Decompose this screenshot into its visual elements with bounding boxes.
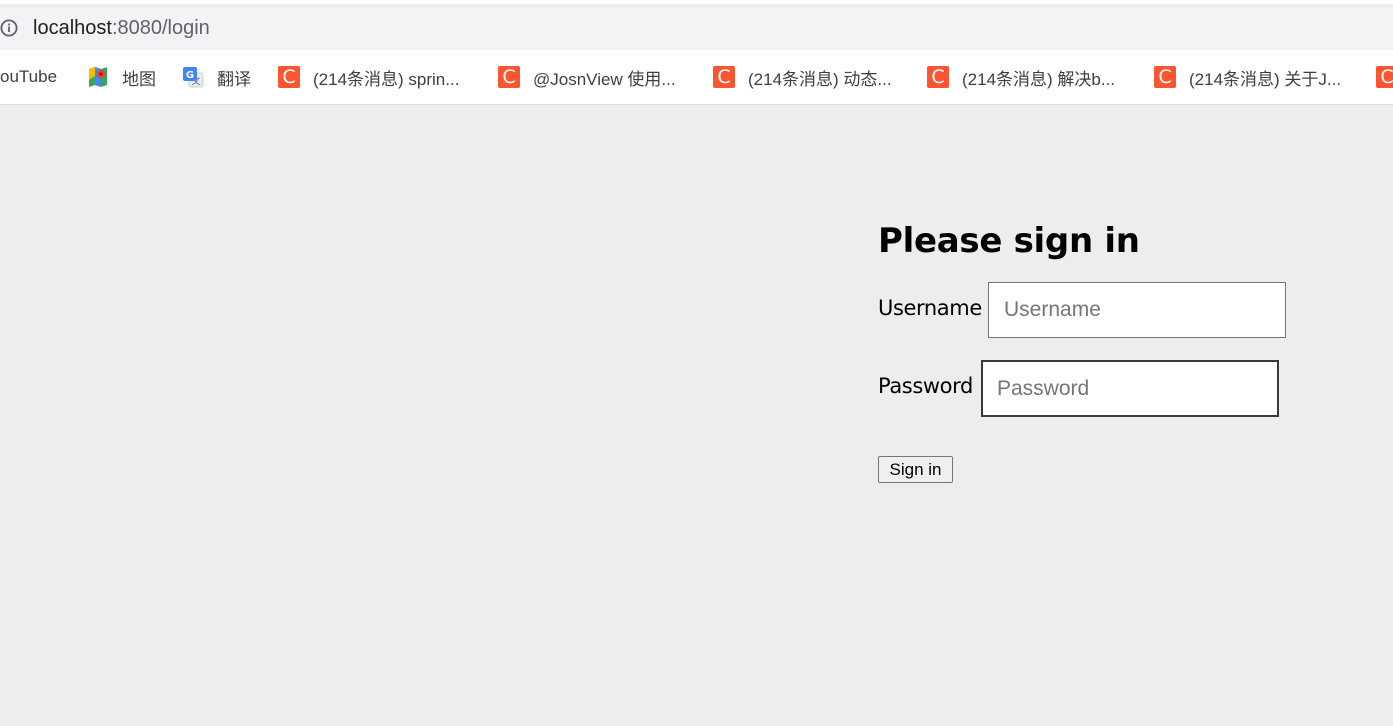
bookmark-csdn-2[interactable]: C @JosnView 使用... <box>498 64 676 90</box>
bookmark-overflow[interactable]: C <box>1376 64 1393 90</box>
bookmark-youtube[interactable]: ouTube <box>0 64 57 90</box>
bookmark-label: 翻译 <box>217 69 251 89</box>
bookmark-csdn-5[interactable]: C (214条消息) 关于J... <box>1154 64 1341 90</box>
bookmark-maps[interactable]: 地图 <box>87 64 156 90</box>
bookmark-csdn-3[interactable]: C (214条消息) 动态... <box>713 64 892 90</box>
csdn-c-icon: C <box>1154 66 1176 88</box>
csdn-c-icon: C <box>1376 66 1393 88</box>
address-bar[interactable]: localhost:8080/login <box>0 8 1393 50</box>
csdn-c-icon: C <box>713 66 735 88</box>
csdn-c-icon: C <box>278 66 300 88</box>
google-translate-icon: 文 G <box>183 67 204 88</box>
username-label: Username <box>878 296 982 320</box>
info-icon[interactable] <box>0 19 18 37</box>
url-host: localhost <box>33 17 112 39</box>
csdn-c-icon: C <box>927 66 949 88</box>
bookmark-csdn-4[interactable]: C (214条消息) 解决b... <box>927 64 1115 90</box>
bookmark-translate[interactable]: 文 G 翻译 <box>182 64 251 90</box>
bookmark-label: (214条消息) 动态... <box>748 69 892 89</box>
bookmark-csdn-1[interactable]: C (214条消息) sprin... <box>278 64 459 90</box>
bookmark-label: @JosnView 使用... <box>533 69 676 89</box>
bookmarks-bar: ouTube 地图 文 G 翻译 C (214条消息) sprin... C @… <box>0 50 1393 105</box>
page-content: Please sign in Username Password Sign in <box>0 105 1393 726</box>
bookmark-label: ouTube <box>0 67 58 86</box>
url-text[interactable]: localhost:8080/login <box>33 17 210 40</box>
username-input[interactable] <box>988 282 1286 338</box>
bookmark-label: (214条消息) 关于J... <box>1189 69 1342 89</box>
password-label: Password <box>878 374 973 398</box>
bookmark-label: (214条消息) sprin... <box>313 69 460 89</box>
password-input[interactable] <box>981 360 1279 417</box>
sign-in-button[interactable]: Sign in <box>878 456 953 483</box>
google-maps-icon <box>89 67 107 87</box>
page-title: Please sign in <box>878 221 1140 261</box>
csdn-c-icon: C <box>498 66 520 88</box>
svg-text:G: G <box>186 70 194 81</box>
url-path: :8080/login <box>111 17 210 39</box>
bookmark-label: 地图 <box>122 69 156 89</box>
browser-top-strip <box>0 0 1393 4</box>
bookmark-label: (214条消息) 解决b... <box>962 69 1116 89</box>
